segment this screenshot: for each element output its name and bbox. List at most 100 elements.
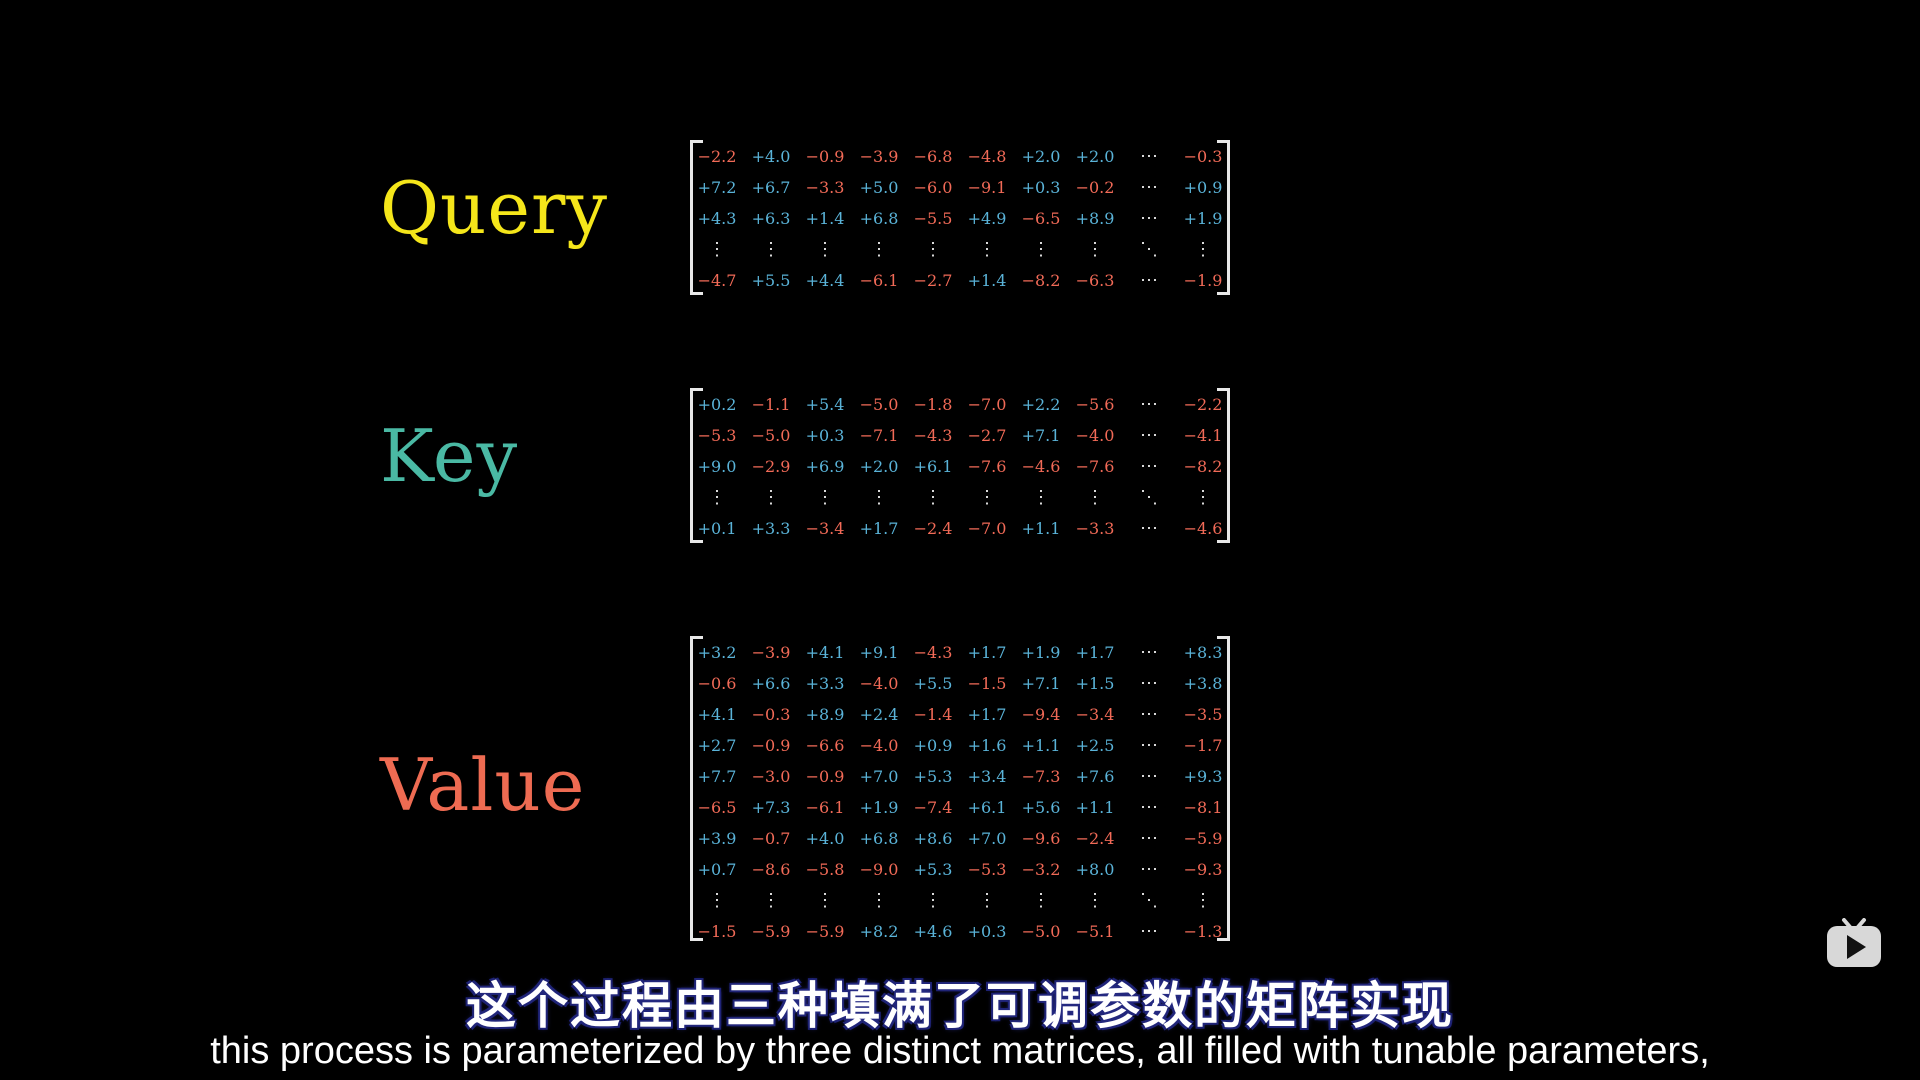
matrix-cell: −6.5	[1021, 209, 1061, 228]
matrix-cell: +2.2	[1021, 395, 1061, 414]
matrix-cell: +1.7	[967, 643, 1007, 662]
matrix-cell: ⋱	[1140, 890, 1158, 911]
matrix-cell: +5.4	[805, 395, 845, 414]
matrix-cell: −0.9	[805, 767, 845, 786]
matrix-cell: +4.0	[751, 147, 791, 166]
matrix-cell: +8.6	[913, 829, 953, 848]
matrix-row: −0.6 +6.6 +3.3 −4.0 +5.5 −1.5 +7.1 +1.5 ⋯ +3.8	[690, 668, 1230, 699]
matrix-cell: −5.9	[805, 922, 845, 941]
key-label: Key	[380, 414, 519, 498]
matrix-cell: −7.0	[967, 395, 1007, 414]
query-matrix: −2.2 +4.0 −0.9 −3.9 −6.8 −4.8 +2.0 +2.0 ⋯ −0.3 +7.…	[690, 140, 1230, 295]
matrix-cell: ⋯	[1140, 208, 1158, 229]
matrix-cell: +1.9	[1183, 209, 1223, 228]
matrix-cell: −6.6	[805, 736, 845, 755]
matrix-cell: −1.1	[751, 395, 791, 414]
matrix-row: +7.7 −3.0 −0.9 +7.0 +5.3 +3.4 −7.3 +7.6 ⋯ +9.3	[690, 761, 1230, 792]
matrix-cell: −3.3	[805, 178, 845, 197]
matrix-cell: −2.7	[967, 426, 1007, 445]
matrix-cell: −5.1	[1075, 922, 1115, 941]
matrix-cell: −6.1	[805, 798, 845, 817]
matrix-row: +0.7 −8.6 −5.8 −9.0 +5.3 −5.3 −3.2 +8.0 ⋯ −9.3	[690, 854, 1230, 885]
matrix-cell: +7.0	[967, 829, 1007, 848]
matrix-cell: +9.0	[697, 457, 737, 476]
matrix-cell: +5.3	[913, 767, 953, 786]
matrix-cell: ⋯	[1140, 456, 1158, 477]
matrix-cell: +5.6	[1021, 798, 1061, 817]
matrix-cell: +7.0	[859, 767, 899, 786]
matrix-cell: −0.2	[1075, 178, 1115, 197]
matrix-cell: +2.0	[1075, 147, 1115, 166]
matrix-cell: +1.4	[967, 271, 1007, 290]
matrix-cell: ⋮	[1086, 890, 1104, 911]
value-label: Value	[380, 743, 586, 827]
matrix-cell: −4.0	[1075, 426, 1115, 445]
matrix-cell: −3.3	[1075, 519, 1115, 538]
video-play-icon	[1827, 918, 1881, 967]
matrix-cell: −1.5	[967, 674, 1007, 693]
matrix-cell: −5.3	[967, 860, 1007, 879]
matrix-cell: −7.1	[859, 426, 899, 445]
matrix-cell: +1.5	[1075, 674, 1115, 693]
matrix-cell: ⋮	[708, 890, 726, 911]
matrix-cell: ⋮	[1032, 239, 1050, 260]
matrix-cell: ⋮	[708, 239, 726, 260]
matrix-cell: +1.7	[1075, 643, 1115, 662]
matrix-cell: +1.7	[859, 519, 899, 538]
matrix-cell: +6.8	[859, 209, 899, 228]
matrix-cell: −7.0	[967, 519, 1007, 538]
matrix-cell: −6.5	[697, 798, 737, 817]
matrix-cell: ⋮	[1086, 487, 1104, 508]
matrix-cell: −0.9	[751, 736, 791, 755]
matrix-cell: ⋮	[924, 890, 942, 911]
matrix-cell: +1.9	[859, 798, 899, 817]
matrix-cell: +6.8	[859, 829, 899, 848]
matrix-cell: −6.8	[913, 147, 953, 166]
matrix-cell: +0.3	[1021, 178, 1061, 197]
matrix-cell: −5.6	[1075, 395, 1115, 414]
matrix-row: +4.3 +6.3 +1.4 +6.8 −5.5 +4.9 −6.5 +8.9 ⋯ +1.9	[690, 203, 1230, 234]
matrix-cell: ⋮	[1032, 487, 1050, 508]
matrix-cell: −2.4	[1075, 829, 1115, 848]
matrix-cell: +0.3	[967, 922, 1007, 941]
matrix-cell: −1.5	[697, 922, 737, 941]
matrix-cell: +2.5	[1075, 736, 1115, 755]
matrix-cell: −5.0	[751, 426, 791, 445]
matrix-cell: −6.0	[913, 178, 953, 197]
matrix-cell: ⋯	[1140, 425, 1158, 446]
matrix-cell: −4.1	[1183, 426, 1223, 445]
matrix-cell: +2.0	[859, 457, 899, 476]
matrix-cell: −9.3	[1183, 860, 1223, 879]
matrix-row: +3.9 −0.7 +4.0 +6.8 +8.6 +7.0 −9.6 −2.4 ⋯ −5.9	[690, 823, 1230, 854]
matrix-cell: +0.9	[913, 736, 953, 755]
matrix-row: +9.0 −2.9 +6.9 +2.0 +6.1 −7.6 −4.6 −7.6 ⋯ −8.2	[690, 451, 1230, 482]
matrix-cell: −8.1	[1183, 798, 1223, 817]
matrix-cell: ⋮	[762, 890, 780, 911]
matrix-cell: +8.9	[1075, 209, 1115, 228]
matrix-cell: +3.4	[967, 767, 1007, 786]
matrix-cell: −4.0	[859, 736, 899, 755]
matrix-cell: −8.2	[1183, 457, 1223, 476]
matrix-cell: +7.3	[751, 798, 791, 817]
matrix-cell: −8.6	[751, 860, 791, 879]
key-matrix: +0.2 −1.1 +5.4 −5.0 −1.8 −7.0 +2.2 −5.6 ⋯ −2.2 −5.…	[690, 388, 1230, 543]
matrix-cell: +6.7	[751, 178, 791, 197]
matrix-cell: −2.2	[1183, 395, 1223, 414]
matrix-cell: +1.1	[1075, 798, 1115, 817]
matrix-cell: −1.7	[1183, 736, 1223, 755]
matrix-cell: +8.2	[859, 922, 899, 941]
matrix-cell: −5.3	[697, 426, 737, 445]
matrix-row: ⋮ ⋮ ⋮ ⋮ ⋮ ⋮ ⋮ ⋮ ⋱ ⋮	[690, 885, 1230, 916]
matrix-cell: ⋮	[1194, 890, 1212, 911]
matrix-cell: −1.9	[1183, 271, 1223, 290]
matrix-cell: −5.9	[751, 922, 791, 941]
matrix-cell: +9.3	[1183, 767, 1223, 786]
matrix-cell: +5.5	[913, 674, 953, 693]
matrix-cell: ⋯	[1140, 797, 1158, 818]
matrix-cell: −1.8	[913, 395, 953, 414]
matrix-cell: −1.3	[1183, 922, 1223, 941]
matrix-cell: −5.8	[805, 860, 845, 879]
matrix-cell: +4.1	[697, 705, 737, 724]
matrix-cell: −4.8	[967, 147, 1007, 166]
matrix-cell: ⋱	[1140, 239, 1158, 260]
